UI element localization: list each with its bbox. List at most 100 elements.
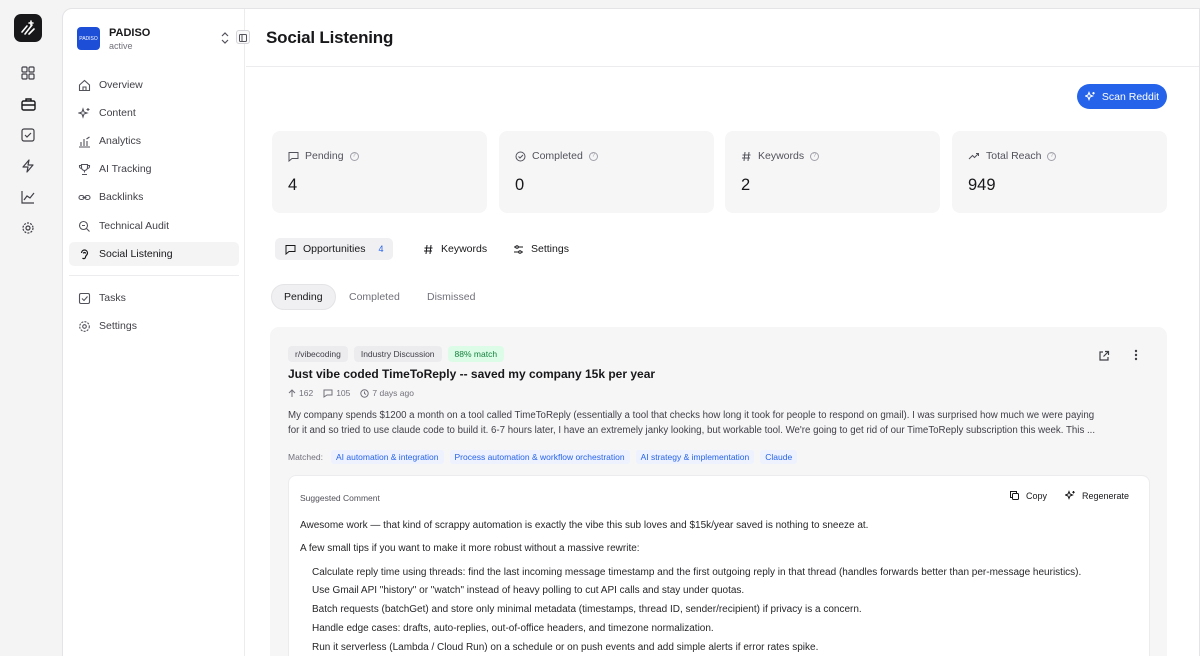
sidebar-item-label: Social Listening [99,248,173,260]
help-icon[interactable]: ? [1047,151,1057,161]
stat-value: 2 [741,176,751,194]
sparkles-icon [77,106,91,120]
app-logo-icon[interactable] [14,14,42,42]
matched-label: Matched: [288,452,323,462]
sidebar-item-label: Content [99,107,136,119]
sidebar-item-label: Backlinks [99,191,144,203]
stat-label: Keywords [758,150,805,162]
tab-label: Settings [531,243,569,255]
more-vertical-icon[interactable] [1130,348,1142,362]
sidebar-item-tasks[interactable]: Tasks [69,286,239,310]
sidebar-item-label: Analytics [99,135,142,147]
sidebar-item-backlinks[interactable]: Backlinks [69,185,239,209]
tab-opportunities[interactable]: Opportunities 4 [275,238,394,260]
upvote-count: 162 [299,388,314,398]
stat-value: 949 [968,176,996,194]
stat-card-total-reach: Total Reach ? 949 [952,131,1167,213]
filter-pending[interactable]: Pending [271,284,336,310]
regenerate-label: Regenerate [1082,490,1130,501]
home-icon [77,78,91,92]
suggested-tip: Handle edge cases: drafts, auto-replies,… [312,623,714,634]
filter-completed[interactable]: Completed [337,284,412,310]
sidebar-item-social-listening[interactable]: Social Listening [69,242,239,266]
check-square-icon[interactable] [20,127,36,143]
filter-dismissed[interactable]: Dismissed [415,284,487,310]
trending-up-icon [968,152,979,159]
matched-keyword-tag[interactable]: Claude [760,450,798,464]
briefcase-icon[interactable] [20,96,36,112]
category-tag: Industry Discussion [353,346,442,362]
tab-keywords[interactable]: Keywords [413,238,497,260]
stat-label: Total Reach [986,150,1042,162]
suggested-tip: Run it serverless (Lambda / Cloud Run) o… [312,642,819,653]
post-body-line: for it and so tried to use claude code t… [288,424,1096,436]
sidebar-item-overview[interactable]: Overview [69,73,239,97]
help-icon[interactable]: ? [349,151,359,161]
sidebar-item-label: Settings [99,320,137,332]
org-switcher[interactable]: PADISO PADISO active [77,26,243,54]
sidebar-item-label: Tasks [99,292,126,304]
chart-line-icon[interactable] [20,189,36,205]
chevron-up-down-icon[interactable] [220,31,230,45]
opportunity-card: r/vibecoding Industry Discussion 88% mat… [270,327,1167,656]
sidebar-item-analytics[interactable]: Analytics [69,129,239,153]
gear-icon[interactable] [20,220,36,236]
sidebar-item-settings[interactable]: Settings [69,314,239,338]
suggested-comment-box: Suggested Comment Copy Regenerate Awesom… [288,475,1150,656]
post-body-line: My company spends $1200 a month on a too… [288,410,1095,421]
apps-grid-icon[interactable] [20,65,36,81]
post-body: My company spends $1200 a month on a too… [288,409,1150,438]
comment-icon [323,389,333,398]
help-icon[interactable]: ? [810,151,820,161]
page-title: Social Listening [266,28,394,47]
regenerate-button[interactable]: Regenerate [1065,490,1129,501]
message-square-icon [288,151,299,162]
checkbox-icon [77,291,91,305]
tab-settings[interactable]: Settings [503,238,579,260]
org-name: PADISO [109,27,151,39]
post-title[interactable]: Just vibe coded TimeToReply -- saved my … [288,367,655,381]
search-icon [77,219,91,233]
matched-keyword-tag[interactable]: AI automation & integration [330,450,444,464]
app-panel: PADISO PADISO active Overview Content An… [62,8,1200,656]
matched-keyword-tag[interactable]: AI strategy & implementation [635,450,755,464]
copy-label: Copy [1026,490,1048,501]
scan-reddit-label: Scan Reddit [1101,90,1160,103]
external-link-icon[interactable] [1098,349,1110,361]
help-icon[interactable]: ? [588,151,598,161]
stat-value: 0 [515,176,525,194]
sparkles-icon [1065,490,1075,500]
stat-card-completed: Completed ? 0 [499,131,714,213]
link-icon [77,190,91,204]
main-content: Social Listening Scan Reddit Pending ? 4… [246,9,1199,656]
copy-button[interactable]: Copy [1009,490,1047,501]
message-square-icon [285,244,296,255]
sidebar-item-ai-tracking[interactable]: AI Tracking [69,157,239,181]
subreddit-tag: r/vibecoding [288,346,348,362]
clock-icon [360,388,370,398]
copy-icon [1010,491,1019,500]
stat-label: Completed [532,150,583,162]
sidebar-item-technical-audit[interactable]: Technical Audit [69,214,239,238]
sliders-icon [514,244,523,254]
hash-icon [742,151,751,161]
stat-label: Pending [305,150,344,162]
org-logo: PADISO [77,27,100,50]
matched-keywords: Matched: AI automation & integration Pro… [288,450,798,464]
gear-icon [77,319,91,333]
suggested-intro: Awesome work — that kind of scrappy auto… [300,520,869,531]
matched-keyword-tag[interactable]: Process automation & workflow orchestrat… [449,450,630,464]
sidebar-item-label: Overview [99,79,143,91]
org-status: active [109,41,133,51]
post-time: 7 days ago [372,388,414,398]
stat-value: 4 [288,176,298,194]
scan-reddit-button[interactable]: Scan Reddit [1077,84,1167,109]
ear-icon [77,247,91,261]
sidebar-item-content[interactable]: Content [69,101,239,125]
bar-chart-icon [77,134,91,148]
bolt-icon[interactable] [20,158,36,174]
match-badge: 88% match [447,346,505,362]
comment-count: 105 [336,388,351,398]
header: Social Listening [246,9,1199,67]
sidebar-divider [69,275,239,276]
